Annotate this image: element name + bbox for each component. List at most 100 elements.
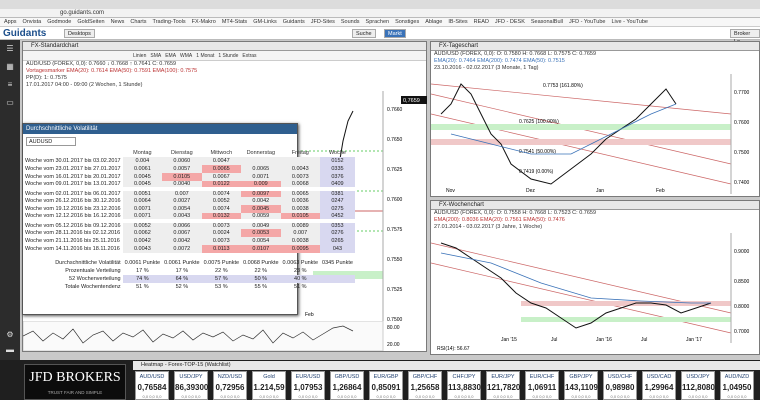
table-cell bbox=[280, 157, 321, 165]
bookmark-item[interactable]: MT4-Stats bbox=[222, 19, 247, 25]
price-axis-label: 0.7660 bbox=[387, 107, 403, 113]
heatmap-tile[interactable]: CHF/JPY 113,88300 0,0 0,0 0,0 bbox=[447, 371, 485, 400]
menu-icon[interactable]: ☰ bbox=[4, 44, 16, 54]
bookmark-item[interactable]: Sprachen bbox=[366, 19, 390, 25]
folder-icon[interactable]: ▭ bbox=[4, 98, 16, 108]
heatmap-tile[interactable]: EUR/JPY 121,78200 0,0 0,0 0,0 bbox=[486, 371, 525, 400]
heatmap-tile[interactable]: USD/JPY 86,39300 0,0 0,0 0,0 bbox=[174, 371, 208, 400]
column-header: Freitag bbox=[291, 150, 309, 156]
date-info: 27.01.2014 - 03.02.2017 (3 Jahre, 1 Woch… bbox=[434, 224, 543, 230]
heatmap-tile[interactable]: NZD/USD 0,72956 0,0 0,0 0,0 bbox=[213, 371, 247, 400]
settings-icon[interactable]: ⚙ bbox=[4, 330, 16, 340]
bookmark-item[interactable]: JFD - YouTube bbox=[569, 19, 605, 25]
column-header: Montag bbox=[133, 150, 152, 156]
tile-symbol: GBP/USD bbox=[334, 374, 360, 380]
oscillator-panel[interactable]: 80.00 20.00 bbox=[23, 321, 428, 351]
tile-value: 1,29964 bbox=[644, 383, 674, 392]
market-button[interactable]: Markt bbox=[384, 29, 406, 38]
x-axis-label: Jan bbox=[596, 188, 604, 194]
tile-subtext: 0,0 0,0 0,0 bbox=[727, 394, 747, 399]
x-axis-label: Nov bbox=[446, 188, 455, 194]
url-field[interactable]: go.guidants.com bbox=[60, 10, 260, 17]
browser-tabbar[interactable] bbox=[0, 0, 760, 9]
heatmap-tile[interactable]: Gold 1.214,59 0,0 0,0 0,0 bbox=[252, 371, 286, 400]
bookmark-item[interactable]: Sounds bbox=[341, 19, 360, 25]
bookmark-item[interactable]: Trading-Tools bbox=[153, 19, 186, 25]
bookmark-item[interactable]: Guidants bbox=[283, 19, 305, 25]
column-header: Donnerstag bbox=[246, 150, 276, 156]
heatmap-tile[interactable]: EUR/GBP 0,85091 0,0 0,0 0,0 bbox=[369, 371, 403, 400]
heatmap-tile[interactable]: GBP/JPY 143,11099 0,0 0,0 0,0 bbox=[564, 371, 602, 400]
tile-subtext: 0,0 0,0 0,0 bbox=[532, 394, 552, 399]
bookmark-item[interactable]: IB-Sites bbox=[448, 19, 467, 25]
toolbar-item[interactable]: WMA bbox=[180, 53, 192, 59]
bookmark-item[interactable]: Godmode bbox=[47, 19, 71, 25]
heatmap-tile[interactable]: EUR/USD 1,07953 0,0 0,0 0,0 bbox=[291, 371, 325, 400]
table-cell: 0.0065 bbox=[241, 165, 281, 173]
ema-info: Vortagesmarker EMA(20): 0.7614 EMA(50): … bbox=[26, 68, 198, 74]
toolbar-item[interactable]: Linien bbox=[133, 53, 146, 59]
table-row: Woche vom 16.01.2017 bis 20.01.2017 0.004… bbox=[23, 173, 355, 181]
weekly-chart-svg[interactable]: 0.9000 0.8500 0.8000 0.7000 Jan '15 Jul … bbox=[431, 233, 760, 353]
search-button[interactable]: Suche bbox=[352, 29, 376, 38]
bookmark-item[interactable]: GM-Links bbox=[253, 19, 277, 25]
heatmap-tile[interactable]: AUD/USD 0,76584 0,0 0,0 0,0 bbox=[135, 371, 169, 400]
summary-label: Totale Wochentendenz bbox=[64, 284, 121, 290]
bookmark-item[interactable]: JFD-Sites bbox=[311, 19, 335, 25]
symbol-select[interactable]: AUDUSD bbox=[26, 137, 76, 146]
bookmark-item[interactable]: Live - YouTube bbox=[611, 19, 648, 25]
bookmark-item[interactable]: FX-Makro bbox=[192, 19, 216, 25]
price-axis-label: 0.7400 bbox=[734, 180, 750, 186]
toolbar-item[interactable]: SMA bbox=[150, 53, 161, 59]
app-logo[interactable]: Guidants bbox=[3, 28, 46, 39]
bookmark-item[interactable]: Ablage bbox=[425, 19, 442, 25]
daily-chart-svg[interactable]: 0.7753 (161.80%) 0.7625 (100.00%) 0.7541… bbox=[431, 74, 760, 194]
x-axis-label: Jul bbox=[641, 337, 647, 343]
toolbar-item[interactable]: 1 Stunde bbox=[218, 53, 238, 59]
toolbar-item[interactable]: 1 Monat bbox=[196, 53, 214, 59]
tile-symbol: GBP/JPY bbox=[569, 374, 593, 380]
tile-value: 1,06911 bbox=[527, 383, 557, 392]
toolbar-item[interactable]: Extras bbox=[242, 53, 256, 59]
summary-cell: 23 % bbox=[294, 268, 307, 274]
heatmap-tile[interactable]: USD/JPY 112,80800 0,0 0,0 0,0 bbox=[681, 371, 719, 400]
tile-value: 1.214,59 bbox=[253, 383, 285, 392]
table-cell bbox=[241, 157, 281, 165]
list-icon[interactable]: ≡ bbox=[4, 80, 16, 90]
heatmap-tile[interactable]: EUR/CHF 1,06911 0,0 0,0 0,0 bbox=[525, 371, 559, 400]
broker-login-button[interactable]: Broker Lo bbox=[730, 29, 760, 45]
symbol-info: AUD/USD (FOREX, 0,0): O: 0.7580 H: 0.766… bbox=[434, 51, 597, 57]
desktops-button[interactable]: Desktops bbox=[64, 29, 95, 38]
price-axis-label: 0.7650 bbox=[387, 137, 403, 143]
table-cell: 0376 bbox=[320, 173, 355, 181]
bookmark-item[interactable]: Apps bbox=[4, 19, 17, 25]
chart-icon[interactable]: ▦ bbox=[4, 62, 16, 72]
x-axis-label: Dez bbox=[526, 188, 535, 194]
summary-cell: 51 % bbox=[136, 284, 149, 290]
table-cell: 0.0068 bbox=[280, 181, 321, 189]
bookmark-item[interactable]: JFD - DESK bbox=[495, 19, 525, 25]
bookmark-item[interactable]: READ bbox=[474, 19, 489, 25]
heatmap-tile[interactable]: GBP/CHF 1,25658 0,0 0,0 0,0 bbox=[408, 371, 442, 400]
table-cell: 043 bbox=[320, 245, 355, 253]
bookmark-item[interactable]: GoldSeiten bbox=[77, 19, 104, 25]
bookmark-item[interactable]: Sonstiges bbox=[395, 19, 419, 25]
row-label: Woche vom 16.01.2017 bis 20.01.2017 bbox=[25, 174, 121, 180]
folder-icon[interactable]: ▬ bbox=[4, 345, 16, 355]
heatmap-tile[interactable]: AUD/NZD 1,04950 0,0 0,0 0,0 bbox=[720, 371, 754, 400]
table-cell: 0265 bbox=[320, 237, 355, 245]
bookmark-item[interactable]: SeasonalBull bbox=[531, 19, 563, 25]
row-label: Woche vom 21.11.2016 bis 25.11.2016 bbox=[25, 238, 120, 244]
toolbar-item[interactable]: EMA bbox=[165, 53, 176, 59]
bookmark-item[interactable]: News bbox=[111, 19, 125, 25]
summary-row: Durchschnittliche Volatilität 0.0061 Punk… bbox=[23, 259, 355, 267]
oscillator-label: 80.00 bbox=[387, 325, 400, 331]
heatmap-tile[interactable]: USD/CHF 0,98980 0,0 0,0 0,0 bbox=[603, 371, 637, 400]
bookmark-item[interactable]: Charts bbox=[130, 19, 146, 25]
heatmap-tile[interactable]: GBP/USD 1,26864 0,0 0,0 0,0 bbox=[330, 371, 364, 400]
table-cell: 0.0042 bbox=[241, 197, 281, 205]
heatmap-tile[interactable]: USD/CAD 1,29964 0,0 0,0 0,0 bbox=[642, 371, 676, 400]
bookmark-item[interactable]: Onvista bbox=[23, 19, 42, 25]
summary-cell: 22 % bbox=[254, 268, 268, 274]
tile-subtext: 0,0 0,0 0,0 bbox=[337, 394, 357, 399]
